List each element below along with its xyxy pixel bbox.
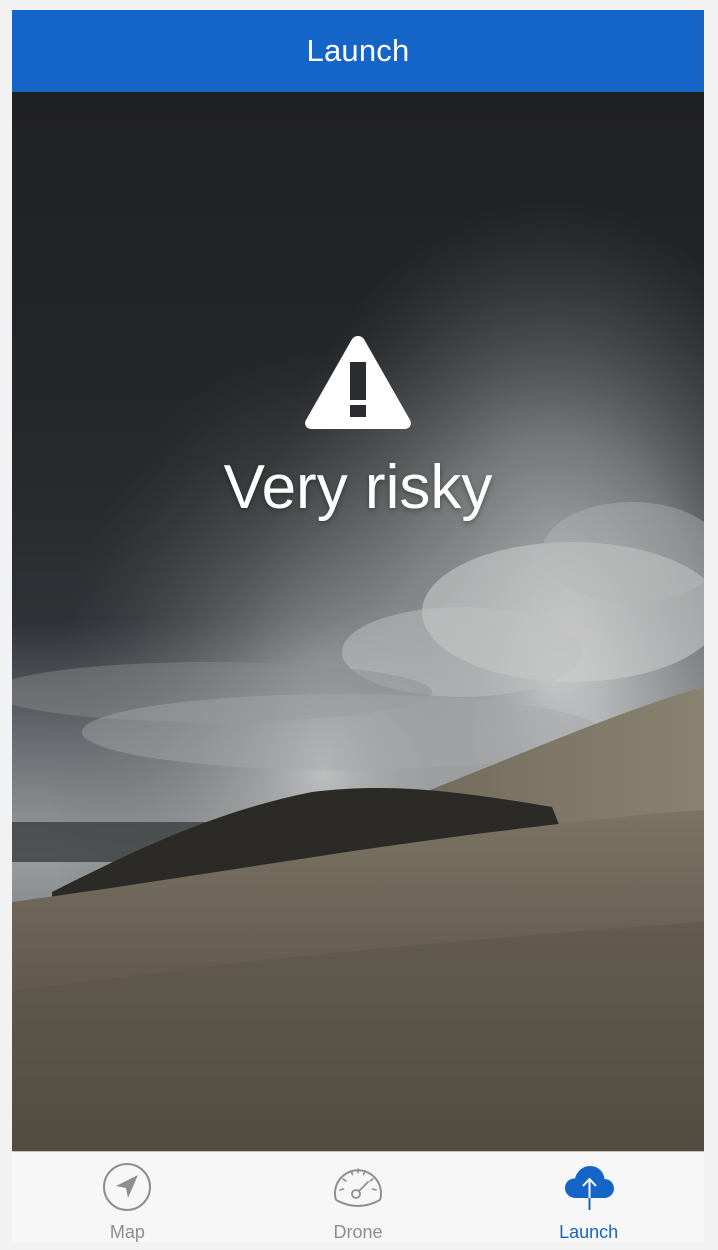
navigation-arrow-icon <box>103 1163 152 1211</box>
cloud-upload-icon <box>564 1166 614 1210</box>
app-screen: Launch Very risky Map Drone Launch <box>12 10 704 1242</box>
tab-bar: Map Drone Launch <box>12 1151 704 1242</box>
page-title: Launch <box>306 33 410 68</box>
tab-drone[interactable]: Drone <box>243 1152 474 1242</box>
stormy-hill-photo <box>12 92 704 1151</box>
tab-launch[interactable]: Launch <box>473 1152 704 1242</box>
tab-map-label: Map <box>109 1222 145 1242</box>
warning-triangle-icon <box>305 336 411 429</box>
risk-background-photo: Very risky <box>12 92 704 1151</box>
risk-indicator: Very risky <box>12 332 704 523</box>
tab-drone-label: Drone <box>333 1222 383 1242</box>
risk-level-text: Very risky <box>223 453 493 522</box>
speedometer-icon <box>334 1168 382 1207</box>
tab-launch-label: Launch <box>559 1222 619 1242</box>
navigation-bar: Launch <box>12 10 704 92</box>
tab-map[interactable]: Map <box>12 1152 243 1242</box>
